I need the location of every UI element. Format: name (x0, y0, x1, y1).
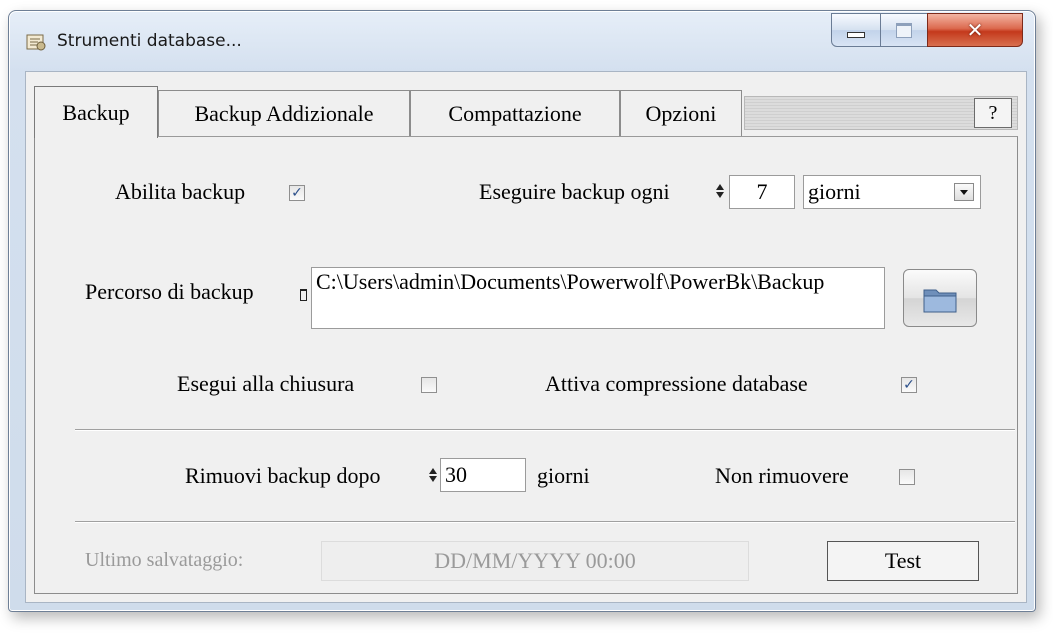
close-icon: ✕ (966, 18, 984, 42)
maximize-icon (896, 22, 912, 38)
browse-folder-button[interactable] (903, 269, 977, 327)
tab-backup[interactable]: Backup (34, 86, 158, 138)
no-remove-checkbox[interactable] (899, 469, 915, 485)
remove-after-spinner[interactable] (428, 463, 438, 487)
minimize-button[interactable] (831, 13, 881, 47)
separator (75, 521, 1015, 523)
path-anchor-icon (300, 289, 307, 301)
backup-every-label: Eseguire backup ogni (479, 179, 670, 204)
tab-backup-addizionale[interactable]: Backup Addizionale (158, 90, 410, 136)
minimize-icon (847, 32, 865, 38)
remove-after-unit: giorni (537, 463, 590, 488)
spin-down-icon (716, 192, 724, 198)
tab-compattazione[interactable]: Compattazione (410, 90, 620, 136)
compression-label: Attiva compressione database (545, 371, 808, 396)
spin-up-icon (429, 468, 437, 474)
spin-down-icon (429, 476, 437, 482)
run-on-close-label: Esegui alla chiusura (177, 371, 355, 396)
maximize-button[interactable] (880, 13, 928, 47)
window-title: Strumenti database... (57, 31, 242, 51)
backup-path-label: Percorso di backup (85, 279, 254, 304)
separator (75, 429, 1015, 431)
help-button[interactable]: ? (974, 98, 1012, 128)
remove-after-input[interactable] (440, 458, 526, 492)
compression-checkbox[interactable]: ✓ (901, 377, 917, 393)
dialog-window: Strumenti database... ✕ Backup Addiziona… (8, 10, 1036, 612)
spin-up-icon (716, 184, 724, 190)
enable-backup-label: Abilita backup (115, 179, 246, 204)
enable-backup-checkbox[interactable]: ✓ (289, 185, 305, 201)
dropdown-button[interactable] (954, 183, 974, 201)
test-button[interactable]: Test (827, 541, 979, 581)
run-on-close-checkbox[interactable] (421, 377, 437, 393)
remove-after-label: Rimuovi backup dopo (185, 463, 381, 488)
tab-panel-backup: Abilita backup ✓ Eseguire backup ogni gi… (34, 136, 1018, 594)
client-area: Backup Addizionale Compattazione Opzioni… (25, 71, 1027, 603)
last-save-label: Ultimo salvataggio: (85, 549, 244, 571)
backup-every-spinner[interactable] (715, 179, 725, 203)
database-tools-icon (26, 34, 46, 51)
backup-every-unit-select[interactable]: giorni (803, 175, 981, 209)
folder-icon (923, 289, 957, 313)
no-remove-label: Non rimuovere (715, 463, 849, 488)
backup-every-input[interactable] (729, 175, 795, 209)
backup-every-unit-value: giorni (808, 179, 861, 204)
tab-opzioni[interactable]: Opzioni (620, 90, 742, 136)
close-button[interactable]: ✕ (927, 13, 1023, 47)
chevron-down-icon (960, 190, 968, 195)
title-bar[interactable]: Strumenti database... ✕ (9, 11, 1035, 71)
last-save-field: DD/MM/YYYY 00:00 (321, 541, 749, 581)
backup-path-field[interactable]: C:\Users\admin\Documents\Powerwolf\Power… (311, 267, 885, 329)
